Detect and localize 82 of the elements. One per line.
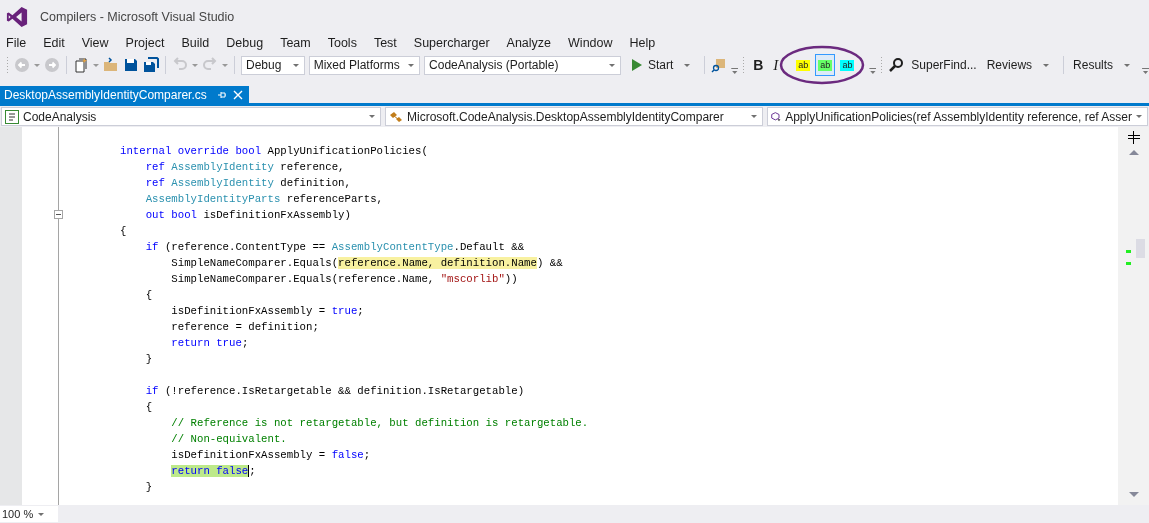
menu-item[interactable]: Test — [371, 36, 406, 50]
code-text: ref AssemblyIdentity definition, — [145, 177, 351, 189]
code-text: } — [145, 353, 153, 365]
platform-dropdown[interactable]: Mixed Platforms — [308, 55, 421, 75]
overflow-icon[interactable] — [1142, 68, 1149, 74]
menu-item[interactable]: Edit — [41, 36, 74, 50]
menu-item[interactable]: Project — [123, 36, 174, 50]
menu-item[interactable]: Window — [566, 36, 622, 50]
code-text: if (!reference.IsRetargetable && definition.IsRetargetable) — [145, 385, 525, 397]
start-button[interactable]: Start — [628, 56, 699, 74]
find-in-files-icon[interactable] — [711, 57, 728, 73]
code-text: { — [145, 289, 153, 301]
method-icon — [771, 109, 782, 124]
code-text: // Reference is not retargetable, but definition is retargetable. — [171, 417, 589, 429]
back-icon[interactable] — [14, 57, 30, 73]
code-text: internal override bool ApplyUnificationPolicies( — [120, 145, 428, 157]
code-text: SimpleNameComparer.Equals(reference.Name, "mscorlib")) — [171, 273, 518, 285]
visual-studio-logo-icon — [6, 6, 28, 28]
code-text: { — [120, 225, 127, 237]
save-all-icon[interactable] — [143, 57, 159, 73]
play-icon — [631, 59, 642, 71]
code-text: // Non-equivalent. — [171, 433, 287, 445]
search-icon[interactable] — [888, 57, 905, 73]
project-icon — [5, 109, 19, 124]
project-dropdown[interactable]: CodeAnalysis — [1, 107, 381, 126]
change-marker-icon — [1126, 250, 1131, 253]
menu-item[interactable]: Help — [627, 36, 665, 50]
member-dropdown[interactable]: ApplyUnificationPolicies(ref AssemblyIdentity reference, ref Asser — [767, 107, 1148, 126]
code-text: { — [145, 401, 153, 413]
code-text: ; — [249, 465, 256, 477]
menu-item[interactable]: View — [79, 36, 118, 50]
scroll-down-icon[interactable] — [1128, 492, 1139, 497]
code-text: return true; — [171, 337, 249, 349]
caret-icon[interactable] — [34, 63, 40, 67]
class-icon — [389, 109, 403, 124]
highlighted-code: reference.Name, definition.Name — [338, 257, 537, 269]
code-text: } — [145, 481, 153, 493]
code-text: ref AssemblyIdentity reference, — [145, 161, 345, 173]
new-project-icon[interactable] — [73, 57, 89, 73]
configuration-dropdown[interactable]: Debug — [241, 55, 305, 75]
scroll-up-icon[interactable] — [1128, 150, 1139, 155]
menu-item[interactable]: Analyze — [504, 36, 561, 50]
code-text: ) && — [536, 257, 563, 269]
code-text: reference = definition; — [171, 321, 319, 333]
code-text: isDefinitionFxAssembly = false; — [171, 449, 371, 461]
reviews-button[interactable]: Reviews — [983, 56, 1058, 74]
overflow-icon[interactable] — [869, 68, 877, 74]
menu-item[interactable]: Tools — [325, 36, 366, 50]
highlighted-code: return false — [171, 465, 250, 477]
menu-item[interactable]: Supercharger — [411, 36, 499, 50]
collapse-icon[interactable] — [54, 210, 63, 219]
highlight-color-button[interactable]: ab — [815, 54, 836, 76]
code-text: isDefinitionFxAssembly = true; — [171, 305, 364, 317]
zoom-dropdown[interactable]: 100 % — [0, 506, 58, 522]
bold-button[interactable]: B — [750, 55, 767, 75]
pin-icon[interactable] — [216, 89, 227, 100]
document-tab[interactable]: DesktopAssemblyIdentityComparer.cs — [0, 86, 249, 103]
menu-item[interactable]: Debug — [224, 36, 273, 50]
highlight-color-button[interactable]: ab — [793, 54, 814, 76]
caret-icon[interactable] — [192, 63, 198, 67]
close-icon[interactable] — [232, 89, 243, 100]
italic-button[interactable]: I — [770, 54, 782, 76]
caret-icon[interactable] — [222, 63, 228, 67]
save-icon[interactable] — [123, 57, 139, 73]
menu-item[interactable]: File — [4, 36, 36, 50]
menu-item[interactable]: Build — [179, 36, 219, 50]
results-button[interactable]: Results — [1070, 56, 1139, 74]
change-marker-icon — [1126, 262, 1131, 265]
caret-icon[interactable] — [93, 63, 99, 67]
code-text: SimpleNameComparer.Equals( — [171, 257, 339, 269]
overflow-icon[interactable] — [731, 68, 739, 74]
forward-icon[interactable] — [44, 57, 60, 73]
code-text: out bool isDefinitionFxAssembly) — [145, 209, 351, 221]
toolbar-grip-icon[interactable] — [6, 56, 10, 74]
code-text: AssemblyIdentityParts referenceParts, — [145, 193, 383, 205]
highlight-color-button[interactable]: ab — [837, 54, 858, 76]
startup-project-dropdown[interactable]: CodeAnalysis (Portable) — [424, 55, 621, 75]
type-dropdown[interactable]: Microsoft.CodeAnalysis.DesktopAssemblyIdentityComparer — [385, 107, 763, 126]
menu-item[interactable]: Team — [278, 36, 320, 50]
window-title: Compilers - Microsoft Visual Studio — [40, 10, 235, 24]
code-text: if (reference.ContentType == AssemblyContentType.Default && — [145, 241, 525, 253]
superfind-button[interactable]: SuperFind... — [908, 56, 980, 74]
